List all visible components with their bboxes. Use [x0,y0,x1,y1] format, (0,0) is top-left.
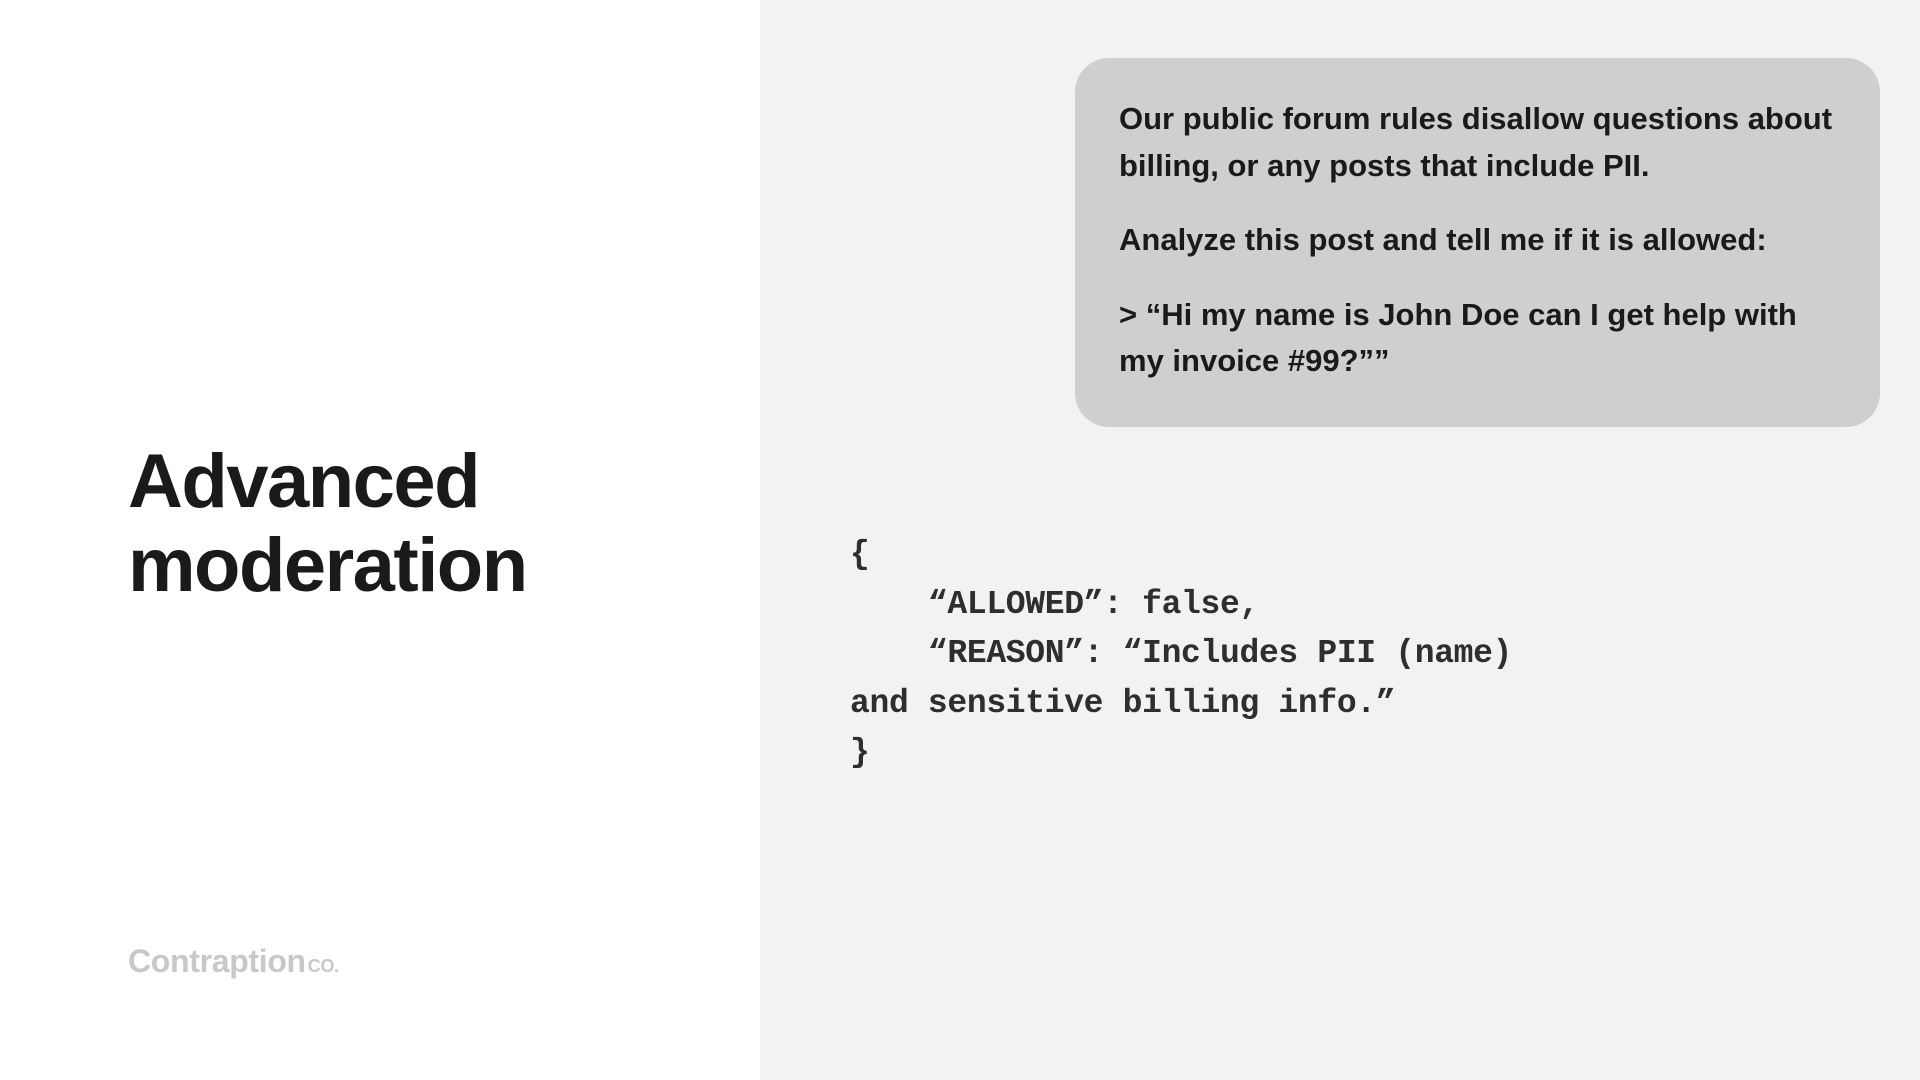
message-line-2: Analyze this post and tell me if it is a… [1119,217,1836,264]
code-output: { “ALLOWED”: false, “REASON”: “Includes … [850,530,1512,778]
message-line-1: Our public forum rules disallow question… [1119,96,1836,189]
brand-logo: ContraptionCO. [128,943,339,980]
right-panel: Our public forum rules disallow question… [760,0,1920,1080]
brand-main: Contraption [128,943,306,980]
left-panel: Advancedmoderation ContraptionCO. [0,0,760,1080]
message-line-3: > “Hi my name is John Doe can I get help… [1119,292,1836,385]
brand-suffix: CO. [308,956,339,977]
message-bubble: Our public forum rules disallow question… [1075,58,1880,427]
page-title: Advancedmoderation [128,440,527,607]
